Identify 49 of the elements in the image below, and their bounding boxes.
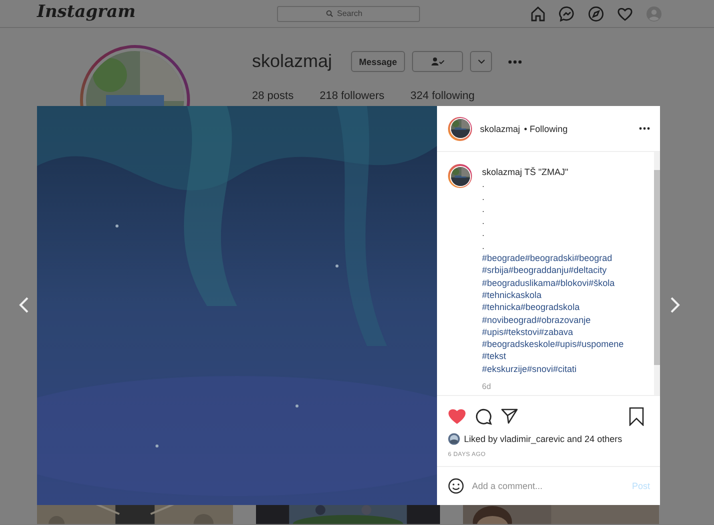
emoji-icon[interactable] <box>448 478 464 494</box>
comment-icon[interactable] <box>475 408 492 424</box>
following-button[interactable] <box>412 51 464 72</box>
profile-avatar[interactable] <box>80 45 190 106</box>
like-icon[interactable] <box>448 408 466 424</box>
user-avatar[interactable] <box>448 116 472 140</box>
search-field[interactable]: Search <box>277 6 420 22</box>
username-link[interactable]: skolazmaj <box>482 167 522 177</box>
heart-icon[interactable] <box>617 6 633 22</box>
chevron-right-icon[interactable] <box>670 297 680 313</box>
following-label[interactable]: • Following <box>524 124 568 134</box>
caption-text: . <box>482 228 485 238</box>
hashtag-link[interactable]: #tehnickaskola <box>482 290 542 300</box>
user-avatar[interactable] <box>448 164 472 188</box>
caption-text: . <box>482 179 485 190</box>
hashtag-link[interactable]: #tekst <box>482 351 506 362</box>
home-icon[interactable] <box>530 6 546 22</box>
profile-stat[interactable]: 324 following <box>410 90 475 102</box>
profile-username: skolazmaj <box>252 51 332 72</box>
message-button[interactable]: Message <box>351 51 406 72</box>
profile-stat[interactable]: 218 followers <box>320 90 384 102</box>
more-icon[interactable] <box>639 127 650 130</box>
caption-text: TŠ "ZMAJ" <box>524 167 568 177</box>
messenger-icon[interactable] <box>559 6 575 22</box>
hashtag-link[interactable]: #beogradskeskole#upis#uspomene <box>482 339 624 350</box>
logo[interactable]: Instagram <box>37 2 207 22</box>
caption-text: . <box>482 192 485 202</box>
search-icon <box>326 10 333 17</box>
profile-stat[interactable]: 28 posts <box>252 90 294 102</box>
chevron-down-icon <box>478 59 485 64</box>
likes-text[interactable]: Liked by vladimir_carevic and 24 others <box>464 434 622 444</box>
hashtag-link[interactable]: #tehnicka#beogradskola <box>482 302 580 312</box>
caption-text: . <box>482 240 485 251</box>
caption-text: . <box>482 204 485 214</box>
comment-time: 6d <box>482 382 491 392</box>
send-icon[interactable] <box>501 408 518 424</box>
username-link[interactable]: skolazmaj <box>480 124 520 134</box>
hashtag-link[interactable]: #ekskurzije#snovi#citati <box>482 364 577 374</box>
scrollbar[interactable] <box>654 152 660 395</box>
chevron-left-icon[interactable] <box>19 297 29 313</box>
hashtag-link[interactable]: #beograduslikama#blokovi#škola <box>482 278 615 288</box>
compass-icon[interactable] <box>588 6 604 22</box>
person-check-icon <box>430 57 445 66</box>
hashtag-link[interactable]: #novibeograd#obrazovanje <box>482 314 591 325</box>
hashtag-link[interactable]: #srbija#beograddanju#deltacity <box>482 265 607 276</box>
caption-text: . <box>482 216 485 226</box>
bookmark-icon[interactable] <box>629 406 644 426</box>
hashtag-link[interactable]: #upis#tekstovi#zabava <box>482 326 574 337</box>
hashtag-link[interactable]: #beograde#beogradski#beograd <box>482 253 612 264</box>
